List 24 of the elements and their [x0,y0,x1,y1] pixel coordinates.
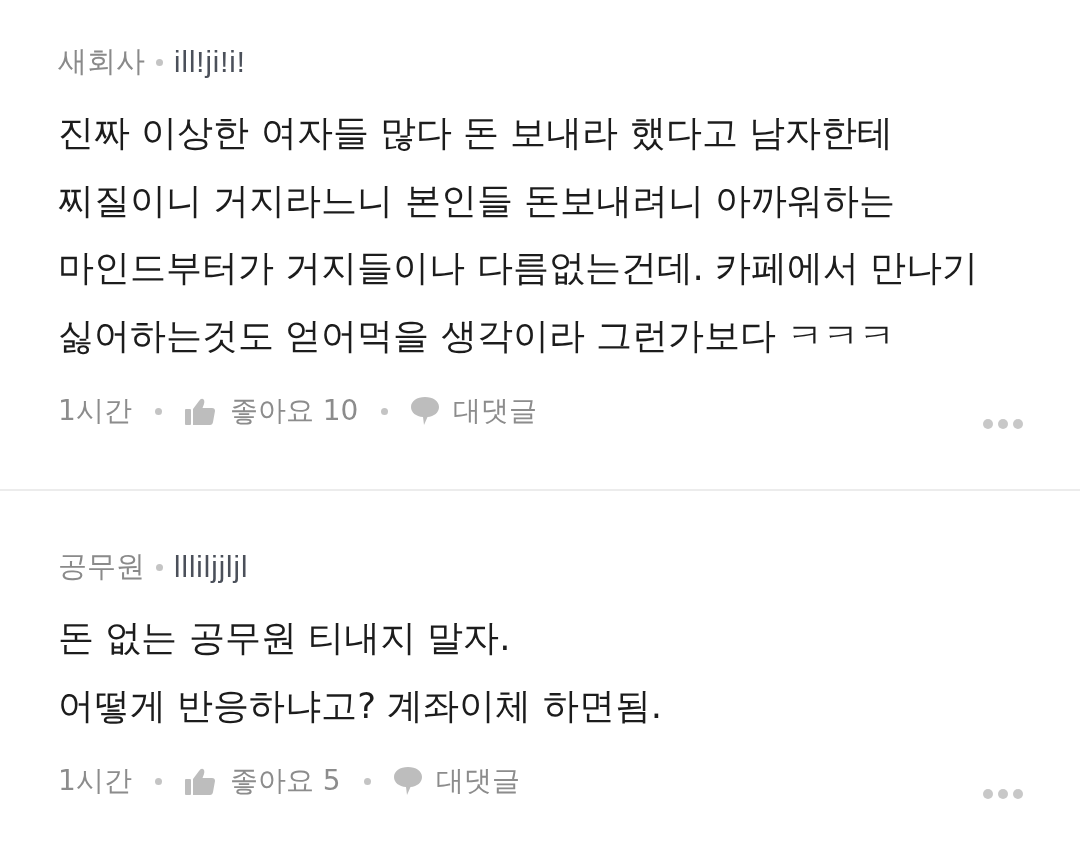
like-button[interactable]: 좋아요 5 [184,762,341,800]
separator-dot-icon [154,777,162,785]
separator-dot-icon [381,407,389,415]
reply-button[interactable]: 대댓글 [411,392,538,430]
author-nickname[interactable]: llliljjljl [174,550,249,584]
comment-text: 진짜 이상한 여자들 많다 돈 보내라 했다고 남자한테 찌질이니 거지라느니 본인들 돈보내려니 아까워하는 마인드부터가 거지들이나 다름없는건데. 카페에서 만나기 싫어하는것도 얻어먹을 생각이라 그런가보다 ㅋㅋㅋ [58,111,980,358]
reply-button[interactable]: 대댓글 [393,762,520,800]
more-icon[interactable] [983,789,1023,799]
comment-time: 1시간 [58,393,132,429]
separator-dot-icon [363,777,371,785]
comment-time: 1시간 [58,763,132,799]
author-label: 공무원 [58,548,145,585]
more-icon[interactable] [983,419,1023,429]
thumbs-up-icon [184,767,215,795]
separator-dot-icon [156,563,163,571]
separator-dot-icon [156,58,163,66]
separator-dot-icon [154,407,162,415]
thumbs-up-icon [184,397,215,425]
speech-bubble-icon [393,767,422,795]
author-label: 새회사 [58,43,145,80]
author-nickname[interactable]: ill!ji!i! [174,45,246,79]
comment-text: 돈 없는 공무원 티내지 말자. 어떻게 반응하냐고? 계좌이체 하면됨. [58,616,663,728]
like-button[interactable]: 좋아요 10 [184,392,359,430]
speech-bubble-icon [411,397,440,425]
